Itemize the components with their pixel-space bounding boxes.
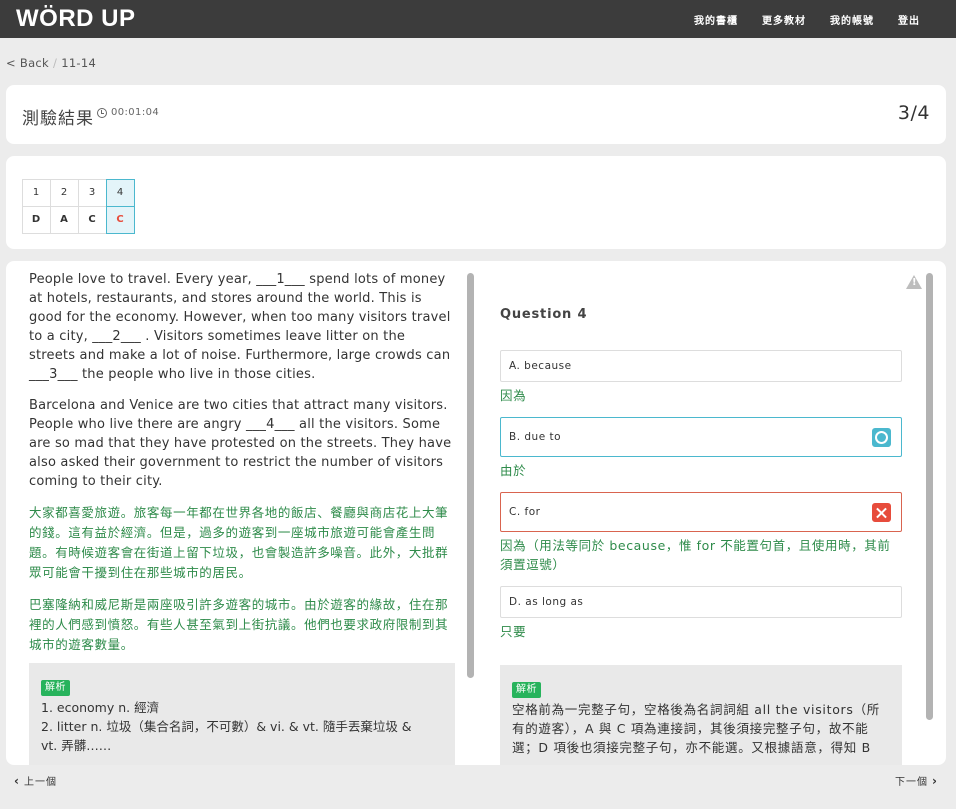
option-label: B. due to	[509, 431, 562, 443]
wrong-answer-icon	[872, 503, 891, 522]
breadcrumb-current: 11-14	[61, 56, 97, 70]
breadcrumb: < Back /11-14	[6, 56, 96, 70]
question-number-4[interactable]: 4	[105, 178, 135, 207]
chevron-left-icon: ‹	[14, 773, 20, 788]
app-logo[interactable]: WÖRD UP	[16, 6, 136, 32]
passage-paragraph-en-2: Barcelona and Venice are two cities that…	[29, 398, 452, 489]
passage-paragraph-zh-1: 大家都喜愛旅遊。旅客每一年都在世界各地的飯店、餐廳與商店花上大筆的錢。這有益於經…	[29, 505, 449, 580]
page-title: 測驗結果	[22, 109, 94, 129]
option-b-translation: 由於	[500, 463, 527, 478]
answer-1[interactable]: D	[21, 205, 51, 234]
answer-overview-card: 1 2 3 4 D A C C	[6, 156, 946, 249]
question-number-2[interactable]: 2	[49, 178, 79, 207]
option-d-translation: 只要	[500, 624, 527, 639]
answer-3[interactable]: C	[77, 205, 107, 234]
score-progress: 3/4	[897, 102, 930, 124]
next-question-button[interactable]: 下一個 ›	[895, 773, 938, 789]
timer-value: 00:01:04	[111, 107, 160, 118]
passage-paragraph-en-1: People love to travel. Every year, ___1_…	[29, 272, 451, 382]
option-c[interactable]: C. for	[500, 492, 902, 532]
question-number-3[interactable]: 3	[77, 178, 107, 207]
vocabulary-explanation: 解析 1. economy n. 經濟 2. litter n. 垃圾（集合名詞…	[29, 663, 455, 765]
answer-2[interactable]: A	[49, 205, 79, 234]
question-detail-card: People love to travel. Every year, ___1_…	[6, 261, 946, 765]
explanation-line: 1. economy n. 經濟	[41, 700, 160, 715]
main-nav: 我的書櫃 更多教材 我的帳號 登出	[694, 0, 920, 38]
explanation-line: vt. 弄髒……	[41, 738, 112, 753]
explanation-tag: 解析	[512, 682, 541, 698]
previous-label: 上一個	[23, 777, 57, 788]
answer-grid: 1 2 3 4 D A C C	[21, 178, 135, 234]
option-b[interactable]: B. due to	[500, 417, 902, 457]
result-header-card: 測驗結果 00:01:04 3/4	[6, 85, 946, 144]
previous-question-button[interactable]: ‹ 上一個	[14, 773, 57, 789]
question-scrollbar[interactable]	[926, 273, 933, 720]
correct-answer-icon	[872, 428, 891, 447]
back-link[interactable]: < Back	[6, 56, 49, 70]
question-number-1[interactable]: 1	[21, 178, 51, 207]
elapsed-timer: 00:01:04	[97, 107, 159, 118]
nav-bookshelf[interactable]: 我的書櫃	[694, 12, 738, 27]
next-label: 下一個	[895, 777, 929, 788]
option-c-translation: 因為（用法等同於 because，惟 for 不能置句首，且使用時，其前須置逗號…	[500, 538, 891, 572]
option-d[interactable]: D. as long as	[500, 586, 902, 618]
breadcrumb-separator: /	[53, 56, 58, 70]
option-a-translation: 因為	[500, 388, 527, 403]
question-title: Question 4	[500, 307, 588, 322]
option-label: D. as long as	[509, 596, 584, 608]
top-nav-bar: WÖRD UP 我的書櫃 更多教材 我的帳號 登出	[0, 0, 956, 38]
explanation-tag: 解析	[41, 680, 70, 696]
clock-icon	[97, 107, 107, 118]
explanation-line: 2. litter n. 垃圾（集合名詞，不可數）& vi. & vt. 隨手丟…	[41, 719, 412, 734]
nav-logout[interactable]: 登出	[898, 12, 920, 27]
report-warning-icon[interactable]	[906, 275, 922, 289]
chevron-right-icon: ›	[932, 773, 938, 788]
option-a[interactable]: A. because	[500, 350, 902, 382]
passage-scrollbar[interactable]	[467, 273, 474, 678]
nav-more-materials[interactable]: 更多教材	[762, 12, 806, 27]
answer-4[interactable]: C	[105, 205, 135, 234]
answer-explanation: 解析 空格前為一完整子句，空格後為名詞詞組 all the visitors（所…	[500, 665, 902, 765]
explanation-text: 空格前為一完整子句，空格後為名詞詞組 all the visitors（所有的遊…	[512, 702, 880, 755]
option-label: C. for	[509, 506, 541, 518]
reading-passage: People love to travel. Every year, ___1_…	[29, 270, 453, 667]
passage-paragraph-zh-2: 巴塞隆納和威尼斯是兩座吸引許多遊客的城市。由於遊客的緣故，住在那裡的人們感到憤怒…	[29, 597, 449, 652]
nav-account[interactable]: 我的帳號	[830, 12, 874, 27]
option-label: A. because	[509, 360, 572, 372]
